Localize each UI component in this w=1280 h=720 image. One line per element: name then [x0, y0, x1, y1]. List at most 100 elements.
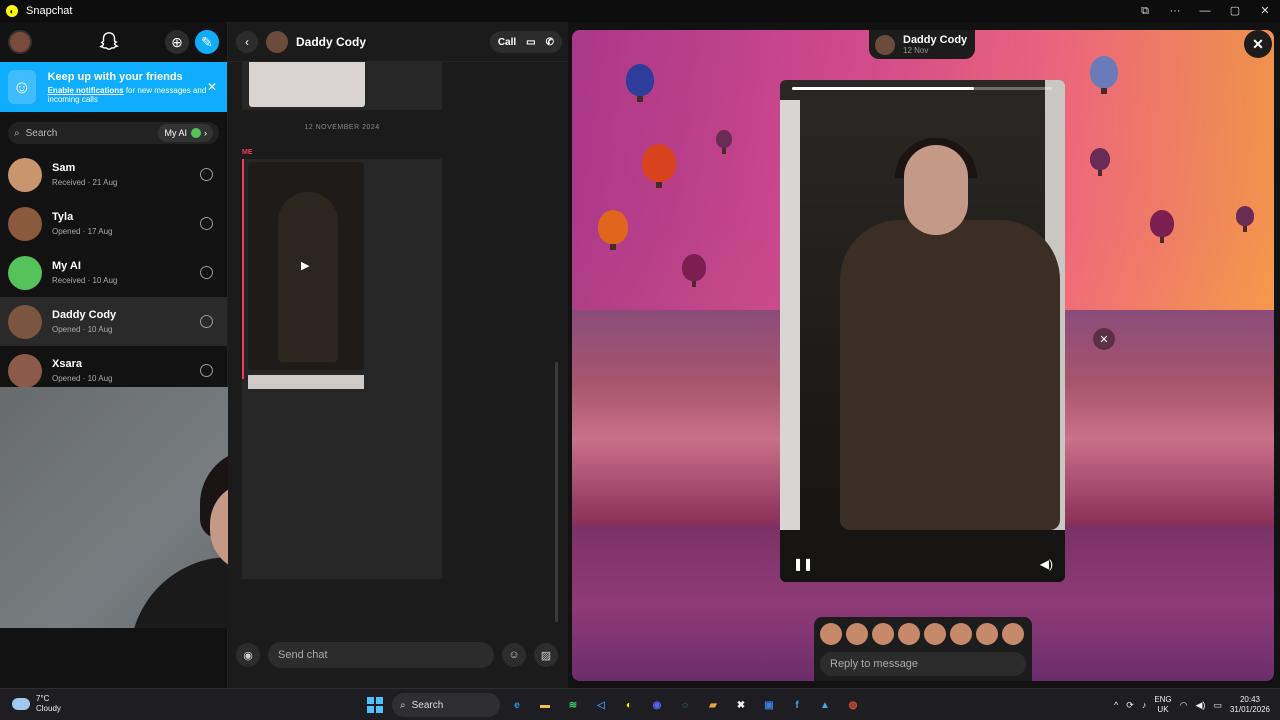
- gallery-button[interactable]: ▨: [534, 643, 558, 667]
- camera-button[interactable]: ◉: [236, 643, 260, 667]
- snap-layout-icon[interactable]: ⧉: [1130, 0, 1160, 22]
- balloon-shape: [1150, 210, 1174, 243]
- profile-avatar[interactable]: [8, 30, 32, 54]
- browser-icon[interactable]: ◌: [674, 694, 696, 716]
- camera-icon: ◉: [243, 649, 253, 662]
- add-friend-button[interactable]: ⊕: [165, 30, 189, 54]
- phone-call-icon[interactable]: ✆: [546, 37, 554, 48]
- enable-notifications-link[interactable]: Enable notifications: [48, 86, 124, 95]
- contact-name: Daddy Cody: [52, 309, 117, 321]
- reaction-row: [820, 623, 1026, 647]
- language-indicator[interactable]: ENG UK: [1154, 695, 1171, 715]
- window-title: Snapchat: [26, 5, 73, 17]
- contact-status: Opened · 17 Aug: [52, 227, 113, 236]
- back-button[interactable]: ‹: [236, 30, 258, 53]
- start-button[interactable]: [364, 694, 386, 716]
- minimize-button[interactable]: —: [1190, 0, 1220, 22]
- camera-icon[interactable]: [200, 168, 213, 181]
- snap-person-coat: [840, 220, 1060, 530]
- reaction-bitmoji-icon[interactable]: [898, 623, 920, 645]
- file-explorer-icon[interactable]: ▬: [534, 694, 556, 716]
- chat-contact-name[interactable]: Daddy Cody: [296, 35, 366, 49]
- game-icon[interactable]: ▰: [702, 694, 724, 716]
- search-input[interactable]: ⌕ Search My AI ›: [8, 122, 219, 144]
- snap-thumbnail[interactable]: [248, 375, 364, 389]
- gallery-icon: ▨: [540, 649, 552, 662]
- reply-input[interactable]: Reply to message: [820, 652, 1026, 676]
- dismiss-icon[interactable]: ✕: [1093, 328, 1115, 350]
- chrome-icon[interactable]: ◍: [842, 694, 864, 716]
- snap-video[interactable]: ❚❚ ◀): [780, 80, 1065, 582]
- balloon-shape: [642, 144, 676, 188]
- contact-avatar: [8, 255, 42, 290]
- send-chat-input[interactable]: Send chat: [268, 642, 494, 668]
- chevron-up-icon[interactable]: ^: [1114, 700, 1118, 710]
- viewer-sender-header[interactable]: Daddy Cody 12 Nov: [869, 30, 975, 59]
- microphone-icon[interactable]: ♪: [1142, 700, 1147, 710]
- weather-widget[interactable]: 7°C Cloudy: [12, 694, 61, 714]
- xbox-icon[interactable]: ✖: [730, 694, 752, 716]
- reaction-bitmoji-icon[interactable]: [846, 623, 868, 645]
- reaction-bitmoji-icon[interactable]: [976, 623, 998, 645]
- snap-progress-fill: [792, 87, 974, 90]
- notification-banner[interactable]: ☺ Keep up with your friends Enable notif…: [0, 62, 227, 112]
- close-window-button[interactable]: ✕: [1250, 0, 1280, 22]
- camera-icon[interactable]: [200, 315, 213, 328]
- snap-progress-bar: [792, 87, 1052, 90]
- todo-icon[interactable]: ▣: [758, 694, 780, 716]
- banner-close-icon[interactable]: ✕: [207, 80, 217, 94]
- clock[interactable]: 20:43 31/01/2026: [1230, 695, 1270, 715]
- discord-icon[interactable]: ◉: [646, 694, 668, 716]
- spotify-icon[interactable]: ≋: [562, 694, 584, 716]
- pause-icon[interactable]: ❚❚: [793, 557, 813, 571]
- snap-thumbnail[interactable]: [249, 62, 365, 107]
- contact-row[interactable]: My AI Received · 10 Aug: [0, 248, 227, 297]
- camera-icon[interactable]: [200, 266, 213, 279]
- snapchat-icon[interactable]: ◐: [618, 694, 640, 716]
- reaction-bitmoji-icon[interactable]: [820, 623, 842, 645]
- new-chat-button[interactable]: ✎: [195, 30, 219, 54]
- reaction-bitmoji-icon[interactable]: [1002, 623, 1024, 645]
- contact-avatar: [8, 206, 42, 241]
- video-snap-thumbnail[interactable]: ▶: [248, 162, 364, 370]
- search-icon: ⌕: [400, 699, 406, 711]
- my-ai-button[interactable]: My AI ›: [158, 124, 213, 142]
- play-icon: ▶: [301, 260, 310, 272]
- chat-scrollbar[interactable]: [555, 362, 558, 622]
- contact-avatar: [8, 304, 42, 339]
- emoji-button[interactable]: ☺: [502, 643, 526, 667]
- balloon-shape: [626, 64, 654, 102]
- camera-icon[interactable]: [200, 364, 213, 377]
- camera-icon[interactable]: [200, 217, 213, 230]
- taskbar-search[interactable]: ⌕ Search: [392, 693, 500, 717]
- sync-icon[interactable]: ⟳: [1126, 700, 1134, 711]
- taskbar-apps: ⌕ Search e ▬ ≋ ◁ ◐ ◉ ◌ ▰ ✖ ▣ f ▲ ◍: [364, 693, 864, 717]
- battery-icon[interactable]: ▭: [1213, 700, 1222, 711]
- finance-icon[interactable]: f: [786, 694, 808, 716]
- contact-row[interactable]: Daddy Cody Opened · 10 Aug: [0, 297, 227, 346]
- contact-row[interactable]: Tyla Opened · 17 Aug: [0, 199, 227, 248]
- reaction-bitmoji-icon[interactable]: [950, 623, 972, 645]
- maximize-button[interactable]: ▢: [1220, 0, 1250, 22]
- photos-icon[interactable]: ▲: [814, 694, 836, 716]
- wifi-icon[interactable]: ◠: [1180, 700, 1188, 711]
- language-top: ENG: [1154, 695, 1172, 704]
- more-icon[interactable]: ···: [1160, 0, 1190, 22]
- close-viewer-button[interactable]: ✕: [1244, 30, 1272, 58]
- balloon-shape: [1090, 56, 1118, 94]
- video-call-icon[interactable]: ▭: [526, 37, 535, 48]
- contact-name: My AI: [52, 260, 81, 272]
- sender-name: Daddy Cody: [903, 34, 968, 46]
- sender-avatar: [875, 34, 895, 55]
- snap-door-left: [780, 100, 800, 530]
- language-bottom: UK: [1157, 705, 1169, 714]
- chat-avatar[interactable]: [266, 30, 288, 53]
- edge-icon[interactable]: e: [506, 694, 528, 716]
- reaction-bitmoji-icon[interactable]: [872, 623, 894, 645]
- vscode-icon[interactable]: ◁: [590, 694, 612, 716]
- volume-icon[interactable]: ◀): [1040, 557, 1053, 571]
- balloon-shape: [682, 254, 706, 287]
- contact-row[interactable]: Sam Received · 21 Aug: [0, 150, 227, 199]
- reaction-bitmoji-icon[interactable]: [924, 623, 946, 645]
- speaker-icon[interactable]: ◀): [1196, 700, 1206, 711]
